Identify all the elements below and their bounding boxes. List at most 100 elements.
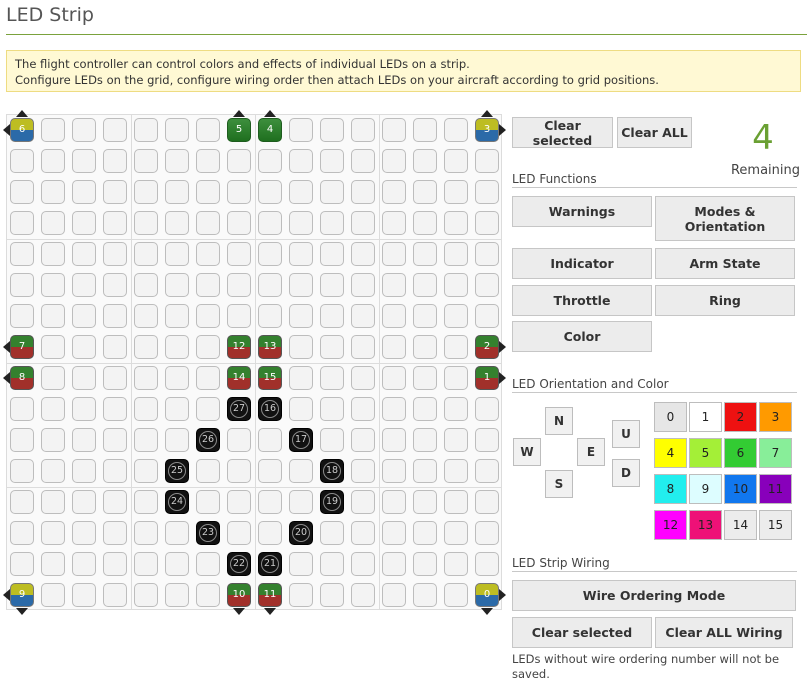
direction-west-button[interactable]: W bbox=[513, 438, 541, 466]
led-grid-cell[interactable]: 4 bbox=[258, 118, 282, 142]
led-grid-cell[interactable]: 19 bbox=[320, 490, 344, 514]
led-grid-cell[interactable] bbox=[72, 552, 96, 576]
led-grid-cell[interactable] bbox=[320, 149, 344, 173]
led-grid-cell[interactable] bbox=[10, 459, 34, 483]
color-swatch-15[interactable]: 15 bbox=[759, 510, 792, 540]
led-grid-cell[interactable] bbox=[382, 242, 406, 266]
led-grid-cell[interactable]: 7 bbox=[10, 335, 34, 359]
led-grid-cell[interactable] bbox=[289, 583, 313, 607]
led-grid-cell[interactable] bbox=[444, 490, 468, 514]
led-grid-cell[interactable]: 13 bbox=[258, 335, 282, 359]
led-grid-cell[interactable] bbox=[10, 242, 34, 266]
led-grid-cell[interactable] bbox=[72, 242, 96, 266]
led-grid-cell[interactable] bbox=[134, 118, 158, 142]
modes-orientation-button[interactable]: Modes & Orientation bbox=[655, 196, 795, 241]
led-grid-cell[interactable] bbox=[382, 552, 406, 576]
led-grid-cell[interactable] bbox=[134, 428, 158, 452]
led-grid-cell[interactable] bbox=[134, 521, 158, 545]
led-grid-cell[interactable] bbox=[382, 211, 406, 235]
color-swatch-0[interactable]: 0 bbox=[654, 402, 687, 432]
led-grid-cell[interactable] bbox=[382, 118, 406, 142]
led-grid-cell[interactable] bbox=[444, 211, 468, 235]
led-grid-cell[interactable] bbox=[289, 149, 313, 173]
led-grid-cell[interactable] bbox=[444, 273, 468, 297]
led-grid-cell[interactable] bbox=[382, 459, 406, 483]
led-grid-cell[interactable] bbox=[103, 273, 127, 297]
direction-up-button[interactable]: U bbox=[612, 420, 640, 448]
direction-north-button[interactable]: N bbox=[545, 407, 573, 435]
led-grid-cell[interactable] bbox=[196, 211, 220, 235]
led-grid-cell[interactable] bbox=[227, 211, 251, 235]
led-grid-cell[interactable] bbox=[289, 118, 313, 142]
led-grid-cell[interactable] bbox=[165, 583, 189, 607]
led-grid-cell[interactable] bbox=[134, 459, 158, 483]
led-grid-cell[interactable] bbox=[382, 521, 406, 545]
led-grid-cell[interactable] bbox=[258, 273, 282, 297]
led-grid-cell[interactable] bbox=[165, 273, 189, 297]
led-grid-cell[interactable] bbox=[41, 552, 65, 576]
led-grid-cell[interactable] bbox=[196, 242, 220, 266]
led-grid-cell[interactable] bbox=[475, 397, 499, 421]
led-grid-cell[interactable] bbox=[382, 149, 406, 173]
led-grid-cell[interactable] bbox=[196, 118, 220, 142]
led-grid-cell[interactable]: 3 bbox=[475, 118, 499, 142]
color-button[interactable]: Color bbox=[512, 321, 652, 352]
led-grid-cell[interactable] bbox=[258, 304, 282, 328]
led-grid-cell[interactable] bbox=[258, 459, 282, 483]
led-grid-cell[interactable] bbox=[10, 211, 34, 235]
led-grid-cell[interactable] bbox=[72, 397, 96, 421]
led-grid-cell[interactable] bbox=[103, 490, 127, 514]
color-swatch-3[interactable]: 3 bbox=[759, 402, 792, 432]
led-grid-cell[interactable]: 6 bbox=[10, 118, 34, 142]
indicator-button[interactable]: Indicator bbox=[512, 248, 652, 279]
led-grid-cell[interactable]: 1 bbox=[475, 366, 499, 390]
led-grid-cell[interactable] bbox=[41, 521, 65, 545]
led-grid-cell[interactable] bbox=[413, 459, 437, 483]
led-grid-cell[interactable] bbox=[320, 211, 344, 235]
led-grid-cell[interactable] bbox=[165, 335, 189, 359]
led-grid-cell[interactable] bbox=[10, 149, 34, 173]
led-grid-cell[interactable] bbox=[134, 149, 158, 173]
led-grid-cell[interactable] bbox=[103, 428, 127, 452]
led-grid-cell[interactable]: 25 bbox=[165, 459, 189, 483]
led-grid-cell[interactable] bbox=[41, 242, 65, 266]
led-grid-cell[interactable] bbox=[72, 583, 96, 607]
led-grid-cell[interactable] bbox=[134, 490, 158, 514]
led-grid-cell[interactable] bbox=[134, 273, 158, 297]
led-grid-cell[interactable] bbox=[382, 428, 406, 452]
warnings-button[interactable]: Warnings bbox=[512, 196, 652, 227]
led-grid-cell[interactable] bbox=[351, 397, 375, 421]
color-swatch-13[interactable]: 13 bbox=[689, 510, 722, 540]
led-grid-cell[interactable] bbox=[165, 149, 189, 173]
led-grid[interactable]: 6 5 4 3 7 12 13 2 8 14 15 1 27 16 26 17 25 18 24 19 23 20 22 21… bbox=[3, 110, 506, 615]
led-grid-cell[interactable] bbox=[165, 242, 189, 266]
led-grid-cell[interactable] bbox=[227, 273, 251, 297]
led-grid-cell[interactable] bbox=[444, 366, 468, 390]
led-grid-cell[interactable] bbox=[165, 552, 189, 576]
led-grid-cell[interactable]: 9 bbox=[10, 583, 34, 607]
clear-all-button[interactable]: Clear ALL bbox=[617, 117, 692, 148]
led-grid-cell[interactable] bbox=[413, 273, 437, 297]
led-grid-cell[interactable] bbox=[41, 149, 65, 173]
direction-east-button[interactable]: E bbox=[577, 438, 605, 466]
led-grid-cell[interactable]: 15 bbox=[258, 366, 282, 390]
led-grid-cell[interactable] bbox=[475, 273, 499, 297]
led-grid-cell[interactable] bbox=[196, 149, 220, 173]
led-grid-cell[interactable] bbox=[72, 459, 96, 483]
led-grid-cell[interactable] bbox=[320, 583, 344, 607]
led-grid-cell[interactable] bbox=[351, 335, 375, 359]
led-grid-cell[interactable] bbox=[475, 304, 499, 328]
led-grid-cell[interactable] bbox=[103, 118, 127, 142]
led-grid-cell[interactable] bbox=[382, 397, 406, 421]
led-grid-cell[interactable]: 17 bbox=[289, 428, 313, 452]
led-grid-cell[interactable] bbox=[413, 242, 437, 266]
led-grid-cell[interactable] bbox=[444, 149, 468, 173]
clear-selected-button[interactable]: Clear selected bbox=[512, 117, 613, 148]
led-grid-cell[interactable] bbox=[475, 180, 499, 204]
led-grid-cell[interactable] bbox=[444, 304, 468, 328]
led-grid-cell[interactable] bbox=[134, 242, 158, 266]
led-grid-cell[interactable] bbox=[382, 490, 406, 514]
clear-all-wiring-button[interactable]: Clear ALL Wiring bbox=[655, 617, 793, 648]
led-grid-cell[interactable] bbox=[196, 459, 220, 483]
led-grid-cell[interactable] bbox=[10, 273, 34, 297]
